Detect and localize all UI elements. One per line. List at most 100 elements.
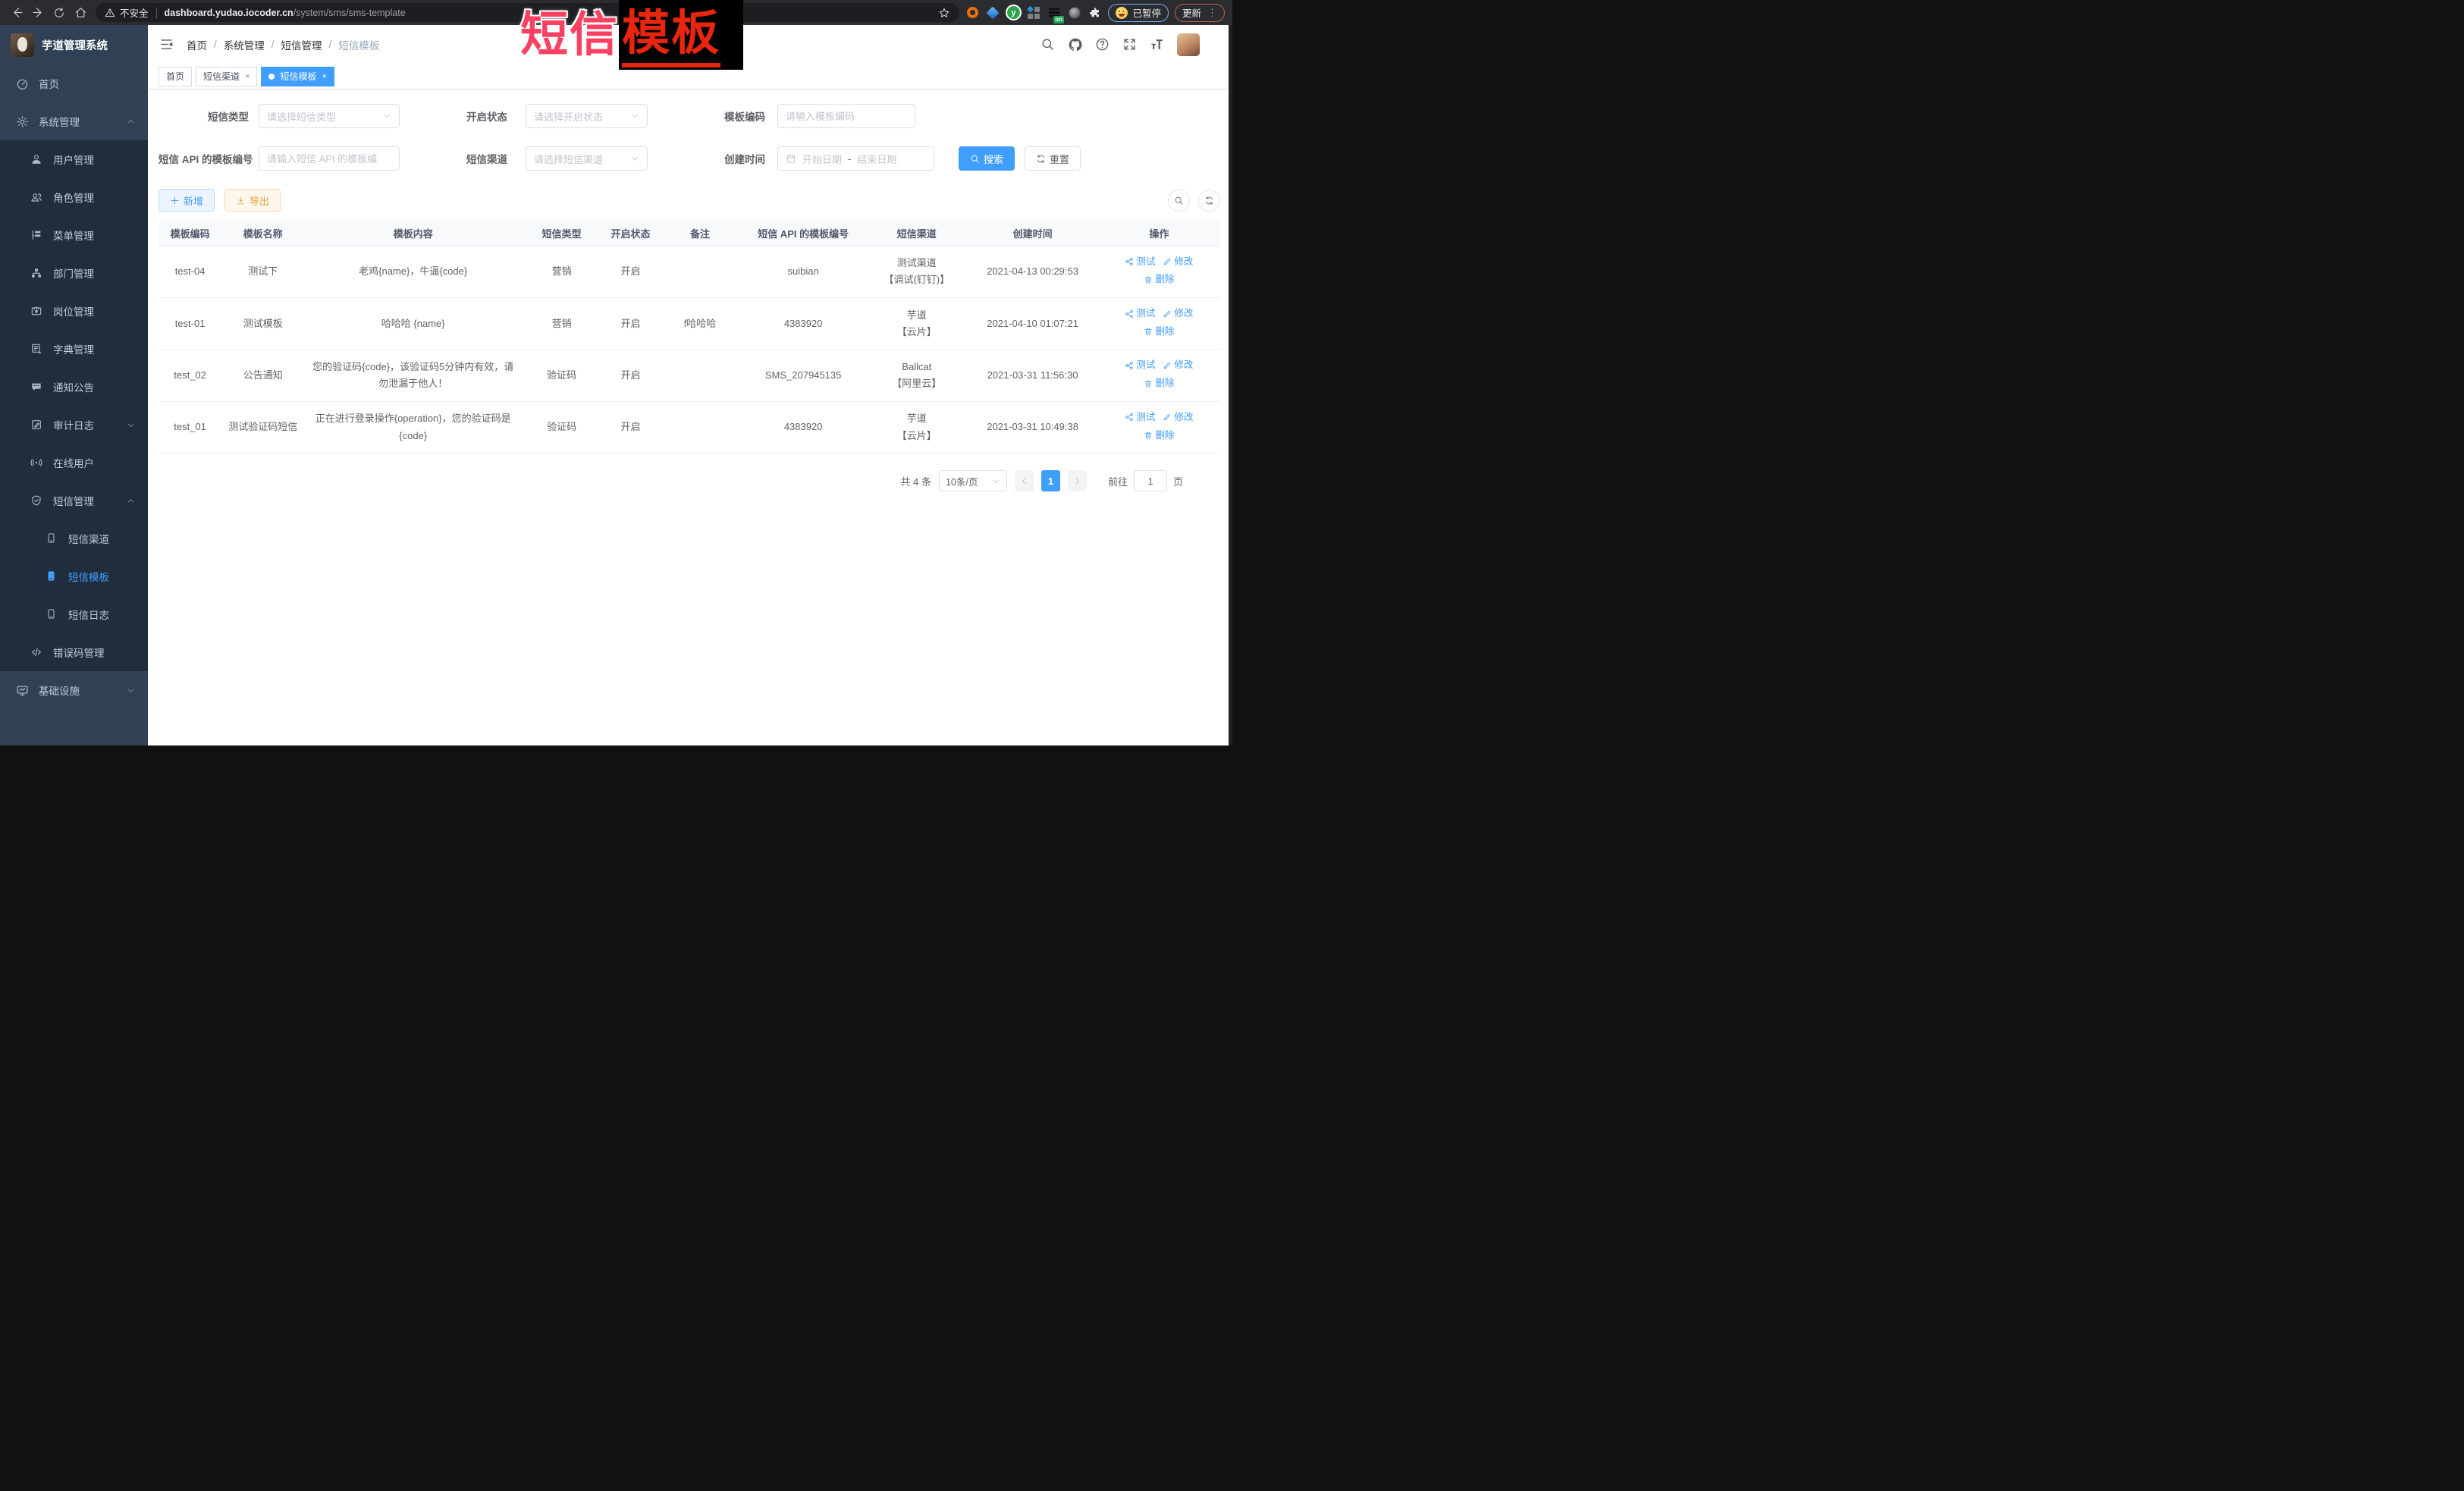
extension-orange-icon[interactable] [965,6,979,20]
bookmark-star-icon[interactable] [938,7,950,19]
breadcrumb-system[interactable]: 系统管理 [224,37,265,52]
goto-page-input[interactable] [1134,470,1167,491]
delete-link[interactable]: 删除 [1144,375,1174,391]
help-icon[interactable] [1095,37,1110,52]
navbar-actions [1041,33,1220,56]
cell-created: 2021-03-31 10:49:38 [967,401,1098,453]
export-button[interactable]: 导出 [224,189,281,212]
col-sms-type: 短信类型 [522,221,601,246]
edit-link[interactable]: 修改 [1163,306,1193,322]
window-scrollbar[interactable] [1229,25,1232,746]
tab-sms-channel[interactable]: 短信渠道× [196,67,257,86]
add-button[interactable]: 新增 [159,189,215,212]
cell-channel: 芋道【云片】 [866,401,967,453]
sidebar-item-dept-mgmt[interactable]: 部门管理 [0,254,148,292]
sidebar-item-online-users[interactable]: 在线用户 [0,444,148,482]
breadcrumb: 首页 / 系统管理 / 短信管理 / 短信模板 [187,37,379,52]
sidebar-item-sms-channel[interactable]: 短信渠道 [0,519,148,557]
sidebar-item-post-mgmt[interactable]: 岗位管理 [0,292,148,330]
test-link[interactable]: 测试 [1125,410,1155,425]
chevron-down-icon [127,421,135,429]
avatar-caret-down-icon[interactable] [1213,41,1220,49]
browser-forward-icon[interactable] [29,4,47,22]
api-template-input[interactable] [259,146,400,171]
toggle-search-button[interactable] [1168,190,1190,212]
delete-link[interactable]: 删除 [1144,272,1174,287]
reset-button[interactable]: 重置 [1025,146,1081,171]
page-number-1[interactable]: 1 [1041,470,1060,491]
tab-sms-template[interactable]: 短信模板× [261,67,334,86]
app-logo[interactable]: 芋道管理系统 [0,25,148,64]
status-select[interactable]: 请选择开启状态 [526,104,648,128]
col-template-content: 模板内容 [304,221,522,246]
delete-link[interactable]: 删除 [1144,428,1174,444]
sidebar-item-menu-mgmt[interactable]: 菜单管理 [0,216,148,254]
browser-home-icon[interactable] [71,4,89,22]
delete-link[interactable]: 删除 [1144,324,1174,340]
browser-back-icon[interactable] [8,4,26,22]
breadcrumb-home[interactable]: 首页 [187,37,207,52]
sidebar-item-sms-log[interactable]: 短信日志 [0,595,148,633]
test-link[interactable]: 测试 [1125,254,1155,270]
close-tab-icon[interactable]: × [245,72,250,81]
sidebar-item-notice[interactable]: 通知公告 [0,368,148,406]
sidebar-item-user-mgmt[interactable]: 用户管理 [0,140,148,178]
chrome-menu-dots-icon[interactable]: ⋮ [1207,8,1217,17]
sidebar-item-audit-log[interactable]: 审计日志 [0,406,148,444]
user-avatar[interactable] [1177,33,1200,56]
create-time-label: 创建时间 [648,151,765,166]
template-code-input[interactable] [777,104,915,128]
search-icon[interactable] [1041,37,1055,52]
prev-page-button[interactable] [1015,470,1034,491]
cell-name: 测试验证码短信 [221,401,304,453]
col-template-code: 模板编码 [159,221,221,246]
phone-icon [46,532,58,545]
address-bar[interactable]: 不安全 dashboard.yudao.iocoder.cn/system/sm… [96,3,959,22]
fullscreen-icon[interactable] [1122,37,1137,52]
extension-list-icon[interactable]: on [1047,6,1061,20]
edit-link[interactable]: 修改 [1163,357,1193,373]
sms-channel-select[interactable]: 请选择短信渠道 [526,146,648,171]
collapse-sidebar-icon[interactable] [159,37,174,52]
col-sms-channel: 短信渠道 [866,221,967,246]
profile-paused-chip[interactable]: 已暂停 [1108,4,1169,22]
users-icon [30,191,43,204]
cell-status: 开启 [601,350,660,401]
sidebar-item-role-mgmt[interactable]: 角色管理 [0,178,148,216]
sidebar-item-error-code[interactable]: 错误码管理 [0,633,148,671]
page-size-select[interactable]: 10条/页 [939,470,1007,491]
chrome-update-button[interactable]: 更新 ⋮ [1175,4,1225,22]
close-tab-icon[interactable]: × [322,72,326,81]
cell-remark [660,401,740,453]
sidebar-item-dict-mgmt[interactable]: 字典管理 [0,330,148,368]
sidebar-item-sms-mgmt[interactable]: 短信管理 [0,482,148,519]
github-icon[interactable] [1068,37,1082,52]
table-tools [1168,190,1220,212]
cell-status: 开启 [601,246,660,297]
tab-home[interactable]: 首页 [159,67,192,86]
extension-gem-icon[interactable] [986,6,1000,20]
browser-reload-icon[interactable] [50,4,68,22]
breadcrumb-sms[interactable]: 短信管理 [281,37,322,52]
date-range-picker[interactable]: 开始日期 - 结束日期 [777,146,934,171]
search-button[interactable]: 搜索 [959,146,1015,171]
next-page-button[interactable] [1068,470,1087,491]
sidebar-item-sms-template[interactable]: 短信模板 [0,557,148,595]
extension-y-icon[interactable]: y [1006,6,1020,20]
search-icon [970,154,980,164]
extension-spy-icon[interactable] [1068,6,1081,20]
edit-link[interactable]: 修改 [1163,254,1193,270]
sidebar-item-home[interactable]: 首页 [0,64,148,102]
extension-grid-icon[interactable] [1027,6,1041,20]
sidebar-item-system[interactable]: 系统管理 [0,102,148,140]
font-size-icon[interactable] [1150,37,1164,52]
cell-remark [660,350,740,401]
test-link[interactable]: 测试 [1125,357,1155,373]
extensions-puzzle-icon[interactable] [1088,6,1102,20]
edit-link[interactable]: 修改 [1163,410,1193,425]
col-api-template-id: 短信 API 的模板编号 [740,221,866,246]
sms-type-select[interactable]: 请选择短信类型 [259,104,400,128]
sidebar-item-infra[interactable]: 基础设施 [0,671,148,709]
test-link[interactable]: 测试 [1125,306,1155,322]
refresh-table-button[interactable] [1198,190,1220,212]
